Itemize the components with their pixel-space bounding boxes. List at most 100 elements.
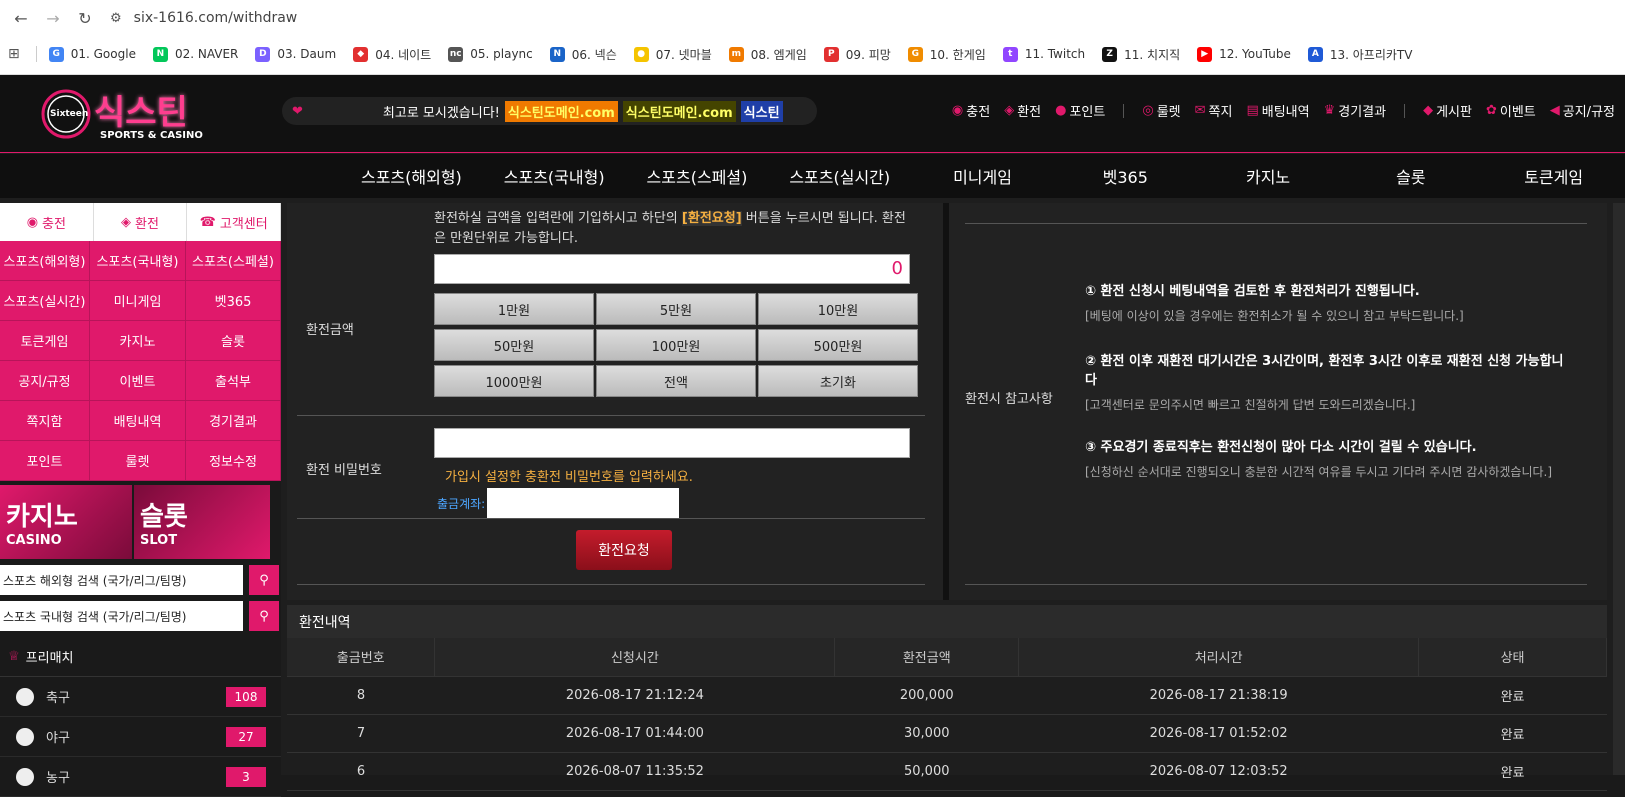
top-menu-이벤트[interactable]: ✿ 이벤트 — [1486, 101, 1536, 120]
sidebar-menu-item[interactable]: 배팅내역 — [90, 401, 186, 441]
bookmark-item[interactable]: ▶ 12. YouTube — [1197, 46, 1291, 62]
amount-button[interactable]: 1만원 — [434, 293, 594, 325]
sidebar-menu-item[interactable]: 출석부 — [186, 361, 281, 401]
sidebar-top-links: ◉ 충전 ◈ 환전 ☎ 고객센터 — [0, 203, 282, 241]
withdraw-submit-button[interactable]: 환전요청 — [576, 530, 672, 570]
bookmark-icon: t — [1002, 46, 1018, 62]
sidebar-menu-item[interactable]: 이벤트 — [90, 361, 186, 401]
top-menu-배팅내역[interactable]: ▤ 배팅내역 — [1246, 101, 1309, 120]
nav-item[interactable]: 미니게임 — [911, 164, 1054, 188]
sidebar-top-link[interactable]: ☎ 고객센터 — [187, 203, 282, 241]
sidebar-menu-item[interactable]: 스포츠(실시간) — [0, 281, 90, 321]
search-overseas-input[interactable]: 스포츠 해외형 검색 (국가/리그/팀명) — [0, 565, 243, 595]
bookmark-item[interactable]: m 08. 엠게임 — [728, 46, 807, 63]
sidebar-top-link[interactable]: ◈ 환전 — [94, 203, 188, 241]
amount-button[interactable]: 100만원 — [596, 329, 756, 361]
casino-banner-sub: CASINO — [6, 533, 62, 548]
address-row: ← → ↻ ⚙ six-1616.com/withdraw — [0, 0, 1625, 36]
top-menu-환전[interactable]: ◈ 환전 — [1004, 101, 1041, 120]
top-menu-포인트[interactable]: ● 포인트 — [1055, 101, 1105, 120]
sidebar-top-link[interactable]: ◉ 충전 — [0, 203, 94, 241]
bookmark-item[interactable]: ● 07. 넷마블 — [633, 46, 712, 63]
top-menu-충전[interactable]: ◉ 충전 — [952, 101, 990, 120]
url-bar[interactable]: ⚙ six-1616.com/withdraw — [110, 10, 297, 26]
bookmark-item[interactable]: N 06. 넥슨 — [549, 46, 617, 63]
top-menu-룰렛[interactable]: ◎ 룰렛 — [1142, 101, 1180, 120]
nav-item[interactable]: 스포츠(국내형) — [483, 164, 626, 188]
heart-icon: ❤ — [292, 103, 303, 119]
forward-icon[interactable]: → — [42, 7, 64, 29]
sidebar-menu-item[interactable]: 토큰게임 — [0, 321, 90, 361]
search-icon[interactable]: ⚲ — [249, 565, 279, 595]
casino-banner[interactable]: 카지노 CASINO — [0, 485, 132, 559]
amount-button[interactable]: 500만원 — [758, 329, 918, 361]
sidebar-menu-item[interactable]: 슬롯 — [186, 321, 281, 361]
bookmark-label: 06. 넥슨 — [571, 47, 617, 62]
amount-button[interactable]: 전액 — [596, 365, 756, 397]
nav-item[interactable]: 스포츠(실시간) — [768, 164, 911, 188]
sport-count: 108 — [226, 687, 266, 707]
sidebar-menu-item[interactable]: 정보수정 — [186, 441, 281, 481]
sidebar-menu-item[interactable]: 공지/규정 — [0, 361, 90, 401]
back-icon[interactable]: ← — [10, 7, 32, 29]
sport-item[interactable]: 농구 3 — [0, 757, 281, 797]
menu-icon: ✉ — [1194, 103, 1206, 118]
bookmark-item[interactable]: N 02. NAVER — [152, 46, 238, 62]
bookmark-item[interactable]: G 10. 한게임 — [907, 46, 986, 63]
nav-item[interactable]: 스포츠(스페셜) — [626, 164, 769, 188]
info-item-sub: [신청하신 순서대로 진행되오니 충분한 시간적 여유를 두시고 기다려 주시면… — [1085, 465, 1553, 479]
bookmark-item[interactable]: G 01. Google — [48, 46, 136, 62]
password-input[interactable] — [434, 428, 910, 458]
site-info-icon[interactable]: ⚙ — [110, 11, 122, 26]
amount-button[interactable]: 5만원 — [596, 293, 756, 325]
slot-banner[interactable]: 슬롯 SLOT — [134, 485, 270, 559]
top-menu-경기결과[interactable]: ♛ 경기결과 — [1324, 101, 1387, 120]
bookmark-item[interactable]: ◆ 04. 네이트 — [353, 46, 431, 63]
sidebar-menu-item[interactable]: 스포츠(스페셜) — [186, 241, 281, 281]
bookmark-item[interactable]: t 11. Twitch — [1002, 46, 1085, 62]
sidebar-menu-item[interactable]: 룰렛 — [90, 441, 186, 481]
sidebar-menu-item[interactable]: 스포츠(해외형) — [0, 241, 90, 281]
table-cell: 50,000 — [834, 752, 1019, 791]
bookmark-item[interactable]: nc 05. plaync — [448, 46, 533, 62]
bookmark-item[interactable]: P 09. 피망 — [823, 46, 891, 63]
amount-button[interactable]: 10만원 — [758, 293, 918, 325]
sidebar-menu-item[interactable]: 카지노 — [90, 321, 186, 361]
top-menu-쪽지[interactable]: ✉ 쪽지 — [1195, 101, 1233, 120]
nav-item[interactable]: 스포츠(해외형) — [340, 164, 483, 188]
bookmark-item[interactable]: Z 11. 치지직 — [1102, 46, 1180, 63]
sidebar-menu-item[interactable]: 스포츠(국내형) — [90, 241, 186, 281]
reload-icon[interactable]: ↻ — [74, 7, 96, 29]
sidebar-menu-item[interactable]: 포인트 — [0, 441, 90, 481]
site-logo[interactable]: Sixteen 식스틴 SPORTS & CASINO — [40, 83, 220, 145]
sidebar-menu-item[interactable]: 벳365 — [186, 281, 281, 321]
amount-button[interactable]: 초기화 — [758, 365, 918, 397]
search-domestic-input[interactable]: 스포츠 국내형 검색 (국가/리그/팀명) — [0, 601, 243, 631]
bookmark-icon: ◆ — [353, 46, 369, 62]
sidebar-menu-item[interactable]: 경기결과 — [186, 401, 281, 441]
top-menu-게시판[interactable]: ◆ 게시판 — [1423, 101, 1472, 120]
menu-icon: ◎ — [1142, 103, 1154, 118]
table-cell: 2026-08-17 21:12:24 — [434, 676, 835, 715]
search-icon[interactable]: ⚲ — [249, 601, 279, 631]
sidebar-menu-item[interactable]: 미니게임 — [90, 281, 186, 321]
menu-separator — [1123, 103, 1125, 118]
prematch-header[interactable]: ♕ 프리매치 — [0, 637, 281, 677]
withdraw-info: 환전시 참고사항 ① 환전 신청시 베팅내역을 검토한 후 환전처리가 진행됩니… — [955, 203, 1607, 600]
top-menu-공지-규정[interactable]: ◀ 공지/규정 — [1550, 101, 1615, 120]
amount-button[interactable]: 50만원 — [434, 329, 594, 361]
nav-item[interactable]: 벳365 — [1054, 164, 1197, 188]
nav-item[interactable]: 슬롯 — [1339, 164, 1482, 188]
bookmark-item[interactable]: A 13. 아프리카TV — [1307, 46, 1412, 63]
amount-button[interactable]: 1000만원 — [434, 365, 594, 397]
amount-input[interactable]: 0 — [434, 254, 910, 284]
sport-item[interactable]: 야구 27 — [0, 717, 281, 757]
divider-line — [965, 223, 1587, 224]
bookmark-item[interactable]: D 03. Daum — [255, 46, 336, 62]
sport-item[interactable]: 축구 108 — [0, 677, 281, 717]
top-menu-label: 이벤트 — [1499, 105, 1536, 120]
sidebar-menu-item[interactable]: 쪽지함 — [0, 401, 90, 441]
apps-icon[interactable]: ⊞ — [8, 46, 20, 62]
nav-item[interactable]: 토큰게임 — [1482, 164, 1625, 188]
nav-item[interactable]: 카지노 — [1197, 164, 1340, 188]
